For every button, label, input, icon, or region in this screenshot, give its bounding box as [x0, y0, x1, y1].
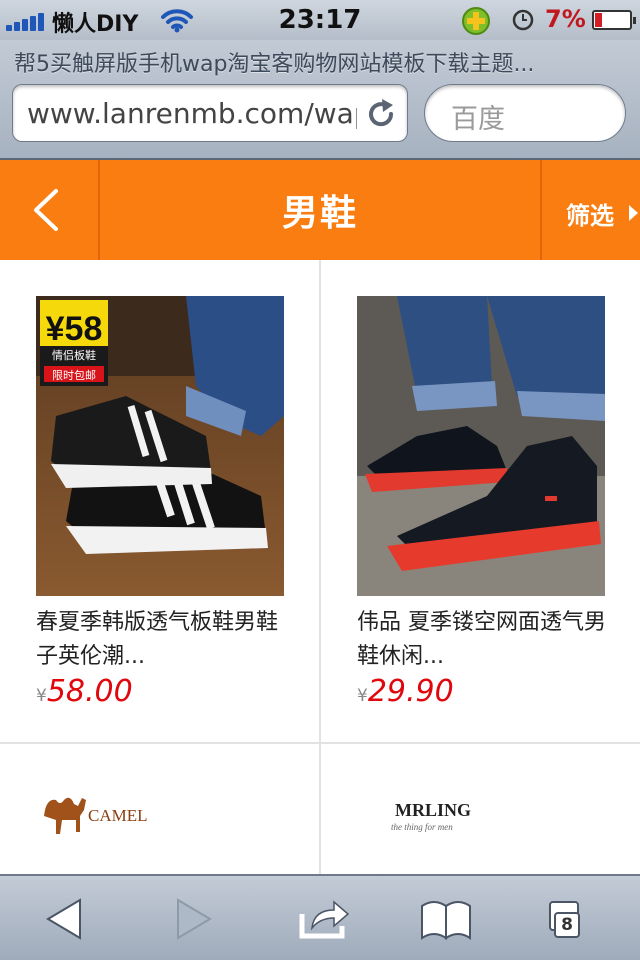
chevron-left-icon [34, 189, 58, 231]
status-bar: 懒人DIY 23:17 7% [0, 0, 640, 40]
brand-tagline: the thing for men [391, 822, 453, 832]
app-header: 男鞋 筛选 [0, 160, 640, 260]
url-field[interactable]: www.lanrenmb.com/wap [12, 84, 408, 142]
price-currency: ¥ [36, 686, 47, 706]
product-card[interactable]: 伟品 夏季镂空网面透气男鞋休闲... ¥29.90 [321, 260, 640, 742]
filter-label: 筛选 [566, 202, 614, 230]
back-nav-button[interactable] [34, 892, 98, 946]
search-placeholder: 百度 [451, 104, 505, 135]
brand-cell[interactable]: CAMEL [0, 744, 319, 874]
product-image[interactable] [357, 296, 605, 596]
tabs-count: 8 [554, 912, 580, 938]
brand-name: MRLING [395, 800, 471, 820]
url-text[interactable]: www.lanrenmb.com/wap [27, 97, 357, 131]
price-value: 29.90 [367, 674, 454, 709]
badge-line-2: 限时包邮 [52, 369, 96, 382]
book-icon [421, 901, 471, 940]
page-title: 帮5买触屏版手机wap淘宝客购物网站模板下载主题... [14, 52, 535, 77]
brand-name: CAMEL [88, 806, 148, 825]
share-icon [299, 900, 350, 939]
badge-line-1: 情侣板鞋 [52, 348, 96, 362]
search-input[interactable]: 百度 [424, 84, 626, 142]
battery-percent: 7% [545, 5, 586, 33]
badge-price: ¥58 [46, 310, 103, 348]
product-price: ¥58.00 [36, 674, 133, 714]
product-price: ¥29.90 [357, 674, 454, 714]
product-grid: ¥58 情侣板鞋 限时包邮 春夏季韩版透气板鞋男鞋子英伦潮... ¥58.00 [0, 260, 640, 874]
browser-toolbar: 8 [0, 874, 640, 960]
arrow-right-icon [177, 898, 212, 940]
product-image[interactable]: ¥58 情侣板鞋 限时包邮 [36, 296, 284, 596]
bookmarks-button[interactable] [414, 892, 478, 946]
product-card[interactable]: ¥58 情侣板鞋 限时包邮 春夏季韩版透气板鞋男鞋子英伦潮... ¥58.00 [0, 260, 319, 742]
battery-icon [592, 10, 636, 30]
price-currency: ¥ [357, 686, 368, 706]
product-name[interactable]: 伟品 夏季镂空网面透气男鞋休闲... [357, 606, 609, 674]
arrow-left-icon [46, 898, 81, 940]
camel-brand-logo[interactable]: CAMEL [0, 744, 319, 874]
reload-icon[interactable] [365, 97, 397, 135]
back-button[interactable] [0, 160, 100, 260]
alarm-clock-icon [512, 9, 534, 37]
price-value: 58.00 [46, 674, 133, 709]
product-name[interactable]: 春夏季韩版透气板鞋男鞋子英伦潮... [36, 606, 288, 674]
chevron-right-icon [629, 205, 638, 221]
tabs-button[interactable]: 8 [542, 892, 606, 946]
brand-cell[interactable]: MRLING the thing for men [321, 744, 640, 874]
filter-button[interactable]: 筛选 [540, 160, 640, 260]
security-app-icon [461, 6, 491, 42]
forward-nav-button[interactable] [160, 892, 224, 946]
share-button[interactable] [292, 892, 356, 946]
category-title: 男鞋 [281, 193, 358, 234]
mrling-brand-logo[interactable]: MRLING the thing for men [321, 744, 640, 874]
battery-level-fill [595, 13, 602, 27]
browser-chrome: 帮5买触屏版手机wap淘宝客购物网站模板下载主题... www.lanrenmb… [0, 40, 640, 160]
status-time: 23:17 [278, 5, 362, 35]
